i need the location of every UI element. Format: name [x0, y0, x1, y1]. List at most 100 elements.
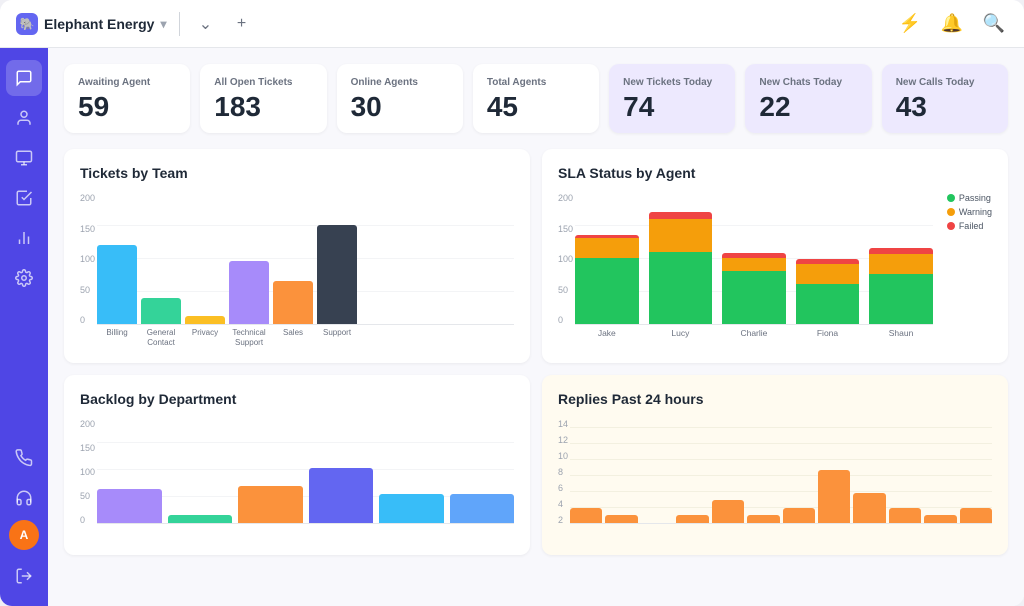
bar	[317, 225, 357, 324]
sidebar-item-chat[interactable]	[6, 60, 42, 96]
tickets-by-team-card: Tickets by Team 200 150 100 50 0 Billing…	[64, 149, 530, 363]
plus-icon[interactable]: +	[228, 10, 256, 38]
main-content: Awaiting Agent 59 All Open Tickets 183 O…	[48, 48, 1024, 606]
stat-value-awaiting: 59	[78, 93, 176, 121]
bar	[853, 493, 885, 523]
app-name: Elephant Energy	[44, 16, 154, 32]
stat-new-chats: New Chats Today 22	[745, 64, 871, 133]
stacked-bar	[869, 248, 933, 324]
bar	[229, 261, 269, 324]
sla-by-agent-title: SLA Status by Agent	[558, 165, 992, 181]
app-container: 🐘 Elephant Energy ▾ ⌄ + ⚡ 🔔 🔍	[0, 0, 1024, 606]
stat-online-agents: Online Agents 30	[337, 64, 463, 133]
bar	[273, 281, 313, 324]
stat-label-online: Online Agents	[351, 76, 449, 89]
tickets-by-team-title: Tickets by Team	[80, 165, 514, 181]
stacked-bar	[575, 235, 639, 324]
bar	[605, 515, 637, 523]
avatar[interactable]: A	[9, 520, 39, 550]
app-logo[interactable]: 🐘 Elephant Energy ▾	[16, 13, 167, 35]
bar	[889, 508, 921, 523]
title-right: ⚡ 🔔 🔍	[896, 10, 1008, 38]
bar-label: Support	[317, 328, 357, 347]
main-layout: A Awaiting Agent 59 All Open Tickets 183…	[0, 48, 1024, 606]
stacked-bar	[796, 259, 860, 324]
bar	[960, 508, 992, 523]
bar-label: General Contact	[141, 328, 181, 347]
stat-total-agents: Total Agents 45	[473, 64, 599, 133]
stat-label-awaiting: Awaiting Agent	[78, 76, 176, 89]
sidebar-item-support[interactable]	[6, 480, 42, 516]
stat-value-online: 30	[351, 93, 449, 121]
stats-row: Awaiting Agent 59 All Open Tickets 183 O…	[64, 64, 1008, 133]
agent-label: Fiona	[796, 328, 860, 338]
bar	[185, 316, 225, 324]
sidebar-item-settings[interactable]	[6, 260, 42, 296]
stat-label-new-calls: New Calls Today	[896, 76, 994, 89]
bar	[238, 486, 303, 523]
bar-label: Privacy	[185, 328, 225, 347]
stat-open-tickets: All Open Tickets 183	[200, 64, 326, 133]
bar	[309, 468, 374, 523]
sidebar-item-tasks[interactable]	[6, 180, 42, 216]
flash-icon[interactable]: ⚡	[896, 10, 924, 38]
bar	[676, 515, 708, 523]
bar-label: Technical Support	[229, 328, 269, 347]
stat-label-new-tickets: New Tickets Today	[623, 76, 721, 89]
stat-awaiting-agent: Awaiting Agent 59	[64, 64, 190, 133]
agent-label: Jake	[575, 328, 639, 338]
sidebar: A	[0, 48, 48, 606]
bar	[379, 494, 444, 523]
legend-item: Warning	[947, 207, 992, 217]
stat-value-new-chats: 22	[759, 93, 857, 121]
title-divider	[179, 12, 180, 36]
bar-label: Billing	[97, 328, 137, 347]
sidebar-item-calls[interactable]	[6, 440, 42, 476]
sla-legend: Passing Warning Failed	[947, 193, 992, 343]
sidebar-item-analytics[interactable]	[6, 220, 42, 256]
stat-value-total: 45	[487, 93, 585, 121]
bar	[712, 500, 744, 523]
legend-label: Passing	[959, 193, 991, 203]
bar	[97, 245, 137, 324]
legend-item: Passing	[947, 193, 992, 203]
logo-icon: 🐘	[16, 13, 38, 35]
agent-label: Charlie	[722, 328, 786, 338]
stat-value-new-tickets: 74	[623, 93, 721, 121]
legend-dot	[947, 208, 955, 216]
legend-item: Failed	[947, 221, 992, 231]
sla-by-agent-card: SLA Status by Agent 200 150 100 50 0 Jak…	[542, 149, 1008, 363]
bar	[641, 521, 673, 523]
legend-label: Failed	[959, 221, 984, 231]
bar	[141, 298, 181, 324]
sidebar-item-users[interactable]	[6, 100, 42, 136]
down-icon[interactable]: ⌄	[192, 10, 220, 38]
backlog-by-dept-card: Backlog by Department 200 150 100 50 0	[64, 375, 530, 555]
sidebar-item-logout[interactable]	[6, 558, 42, 594]
stat-label-total: Total Agents	[487, 76, 585, 89]
bar	[168, 515, 233, 523]
stacked-bar	[722, 253, 786, 324]
stat-new-calls: New Calls Today 43	[882, 64, 1008, 133]
bar	[924, 515, 956, 523]
legend-dot	[947, 222, 955, 230]
bar	[450, 494, 515, 523]
stacked-bar	[649, 212, 713, 324]
replies-past-24h-card: Replies Past 24 hours 14 12 10 8 6 4 2	[542, 375, 1008, 555]
bell-icon[interactable]: 🔔	[938, 10, 966, 38]
legend-label: Warning	[959, 207, 992, 217]
chevron-down-icon: ▾	[160, 17, 166, 31]
title-actions: ⌄ +	[192, 10, 256, 38]
sidebar-item-reports[interactable]	[6, 140, 42, 176]
bar	[783, 508, 815, 523]
stat-label-new-chats: New Chats Today	[759, 76, 857, 89]
bottom-charts-row: Backlog by Department 200 150 100 50 0	[64, 375, 1008, 555]
backlog-title: Backlog by Department	[80, 391, 514, 407]
bar	[570, 508, 602, 523]
stat-value-open: 183	[214, 93, 312, 121]
legend-dot	[947, 194, 955, 202]
title-bar: 🐘 Elephant Energy ▾ ⌄ + ⚡ 🔔 🔍	[0, 0, 1024, 48]
replies-title: Replies Past 24 hours	[558, 391, 992, 407]
search-icon[interactable]: 🔍	[980, 10, 1008, 38]
stat-label-open: All Open Tickets	[214, 76, 312, 89]
